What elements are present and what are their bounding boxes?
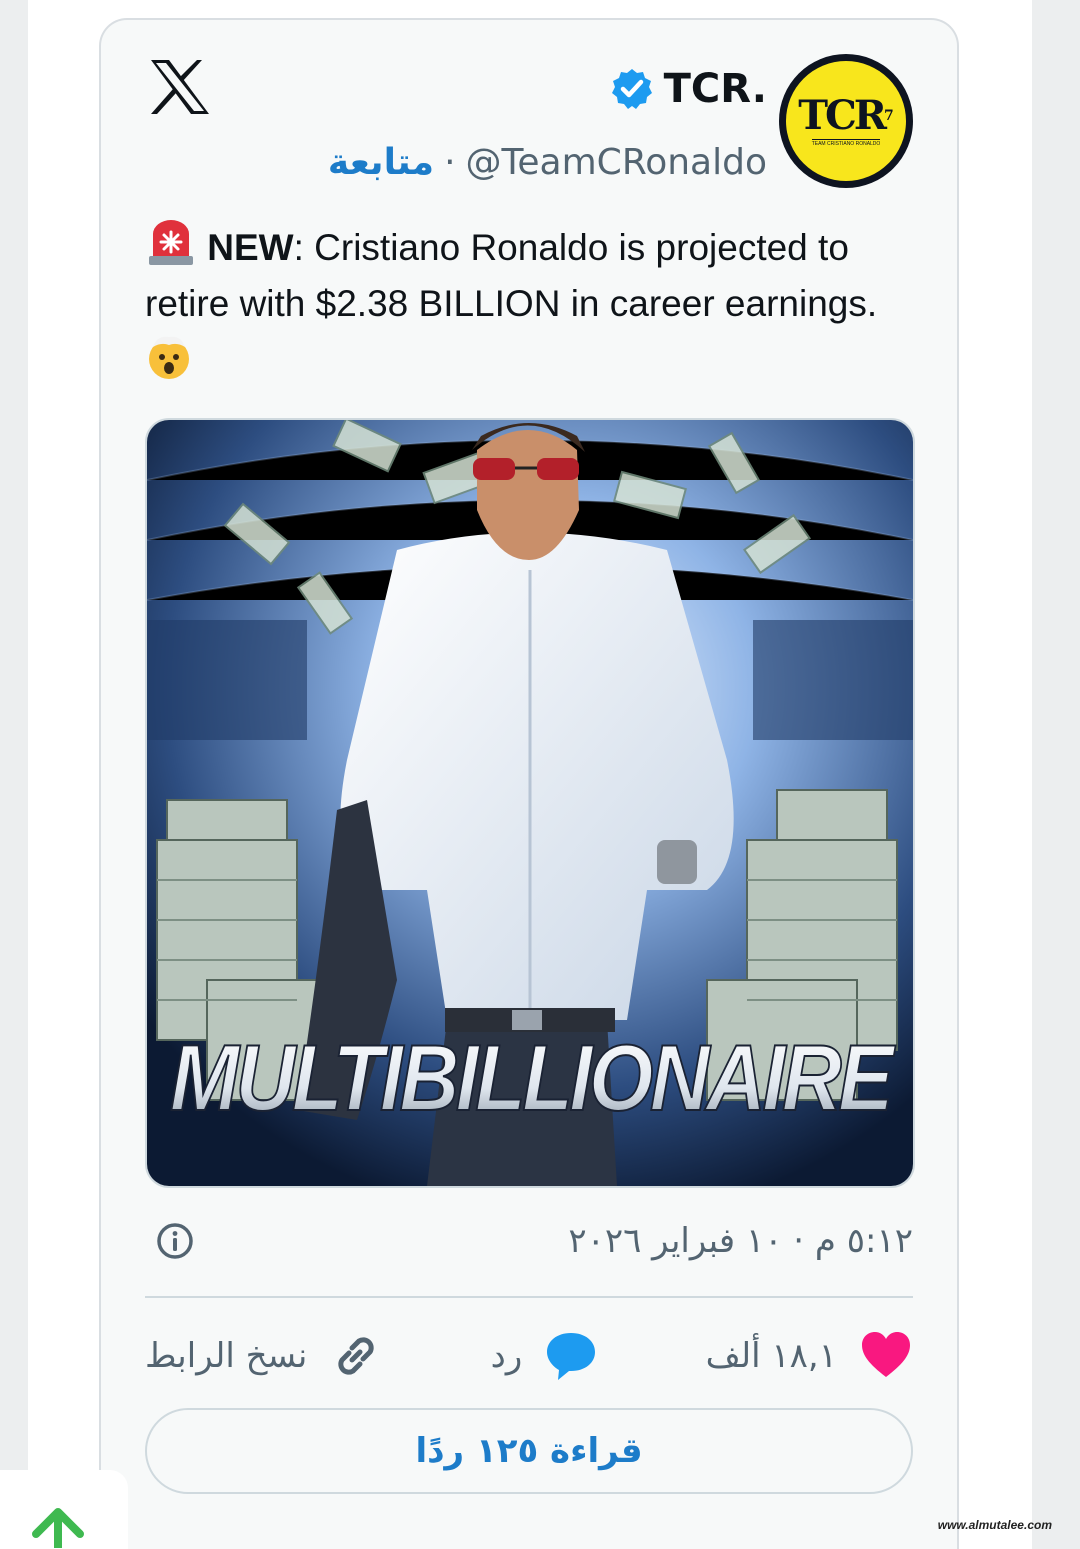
info-icon[interactable] <box>155 1221 195 1261</box>
site-watermark: www.almutalee.com <box>937 1518 1052 1532</box>
link-icon <box>338 1337 374 1375</box>
read-replies-button[interactable]: قراءة ١٢٥ ردًا <box>145 1408 913 1494</box>
author-name-row[interactable]: TCR. <box>610 66 767 112</box>
exploding-head-emoji-icon <box>149 336 189 379</box>
avatar-logo: TCR7 TEAM CRISTIANO RONALDO <box>786 61 906 181</box>
author-avatar[interactable]: TCR7 TEAM CRISTIANO RONALDO <box>779 54 913 188</box>
x-logo-icon[interactable] <box>149 58 211 116</box>
author-display-name: TCR. <box>663 66 767 112</box>
handle-separator: · <box>444 142 456 183</box>
tweet-image-artwork: MULTIBILLIONAIRE <box>147 420 913 1186</box>
avatar-logo-text: TCR7 <box>798 91 894 139</box>
tweet-image[interactable]: MULTIBILLIONAIRE <box>145 418 915 1188</box>
image-caption: MULTIBILLIONAIRE <box>170 1025 896 1130</box>
tweet-timestamp[interactable]: ٥:١٢ م · ١٠ فبراير ٢٠٢٦ <box>568 1221 913 1261</box>
copy-link-button[interactable]: نسخ الرابط <box>145 1329 383 1383</box>
tweet-text: NEW: Cristiano Ronaldo is projected to r… <box>145 220 925 390</box>
author-handle[interactable]: @TeamCRonaldo <box>466 142 767 183</box>
reply-button[interactable]: رد <box>491 1329 599 1383</box>
like-count: ١٨,١ ألف <box>705 1336 837 1376</box>
tweet-meta-row: ٥:١٢ م · ١٠ فبراير ٢٠٢٦ <box>145 1216 913 1266</box>
arrow-up-icon <box>32 1508 84 1548</box>
actions-divider <box>145 1296 913 1298</box>
copy-link-label: نسخ الرابط <box>145 1336 308 1376</box>
avatar-logo-subtext: TEAM CRISTIANO RONALDO <box>811 138 881 147</box>
reply-label: رد <box>490 1336 523 1376</box>
author-handle-row: متابعة · @TeamCRonaldo <box>328 142 767 183</box>
tweet-card: TCR7 TEAM CRISTIANO RONALDO TCR. متابعة … <box>99 18 959 1549</box>
tweet-actions: ١٨,١ ألف رد نسخ الرابط <box>145 1324 913 1388</box>
verified-badge-icon <box>611 69 652 109</box>
follow-link[interactable]: متابعة <box>328 142 434 183</box>
scroll-to-top-button[interactable] <box>0 1470 128 1549</box>
siren-emoji-icon <box>149 220 193 265</box>
tweet-label: NEW <box>207 227 294 268</box>
heart-icon <box>862 1332 910 1377</box>
like-button[interactable]: ١٨,١ ألف <box>706 1329 913 1383</box>
reply-bubble-icon <box>547 1333 596 1380</box>
